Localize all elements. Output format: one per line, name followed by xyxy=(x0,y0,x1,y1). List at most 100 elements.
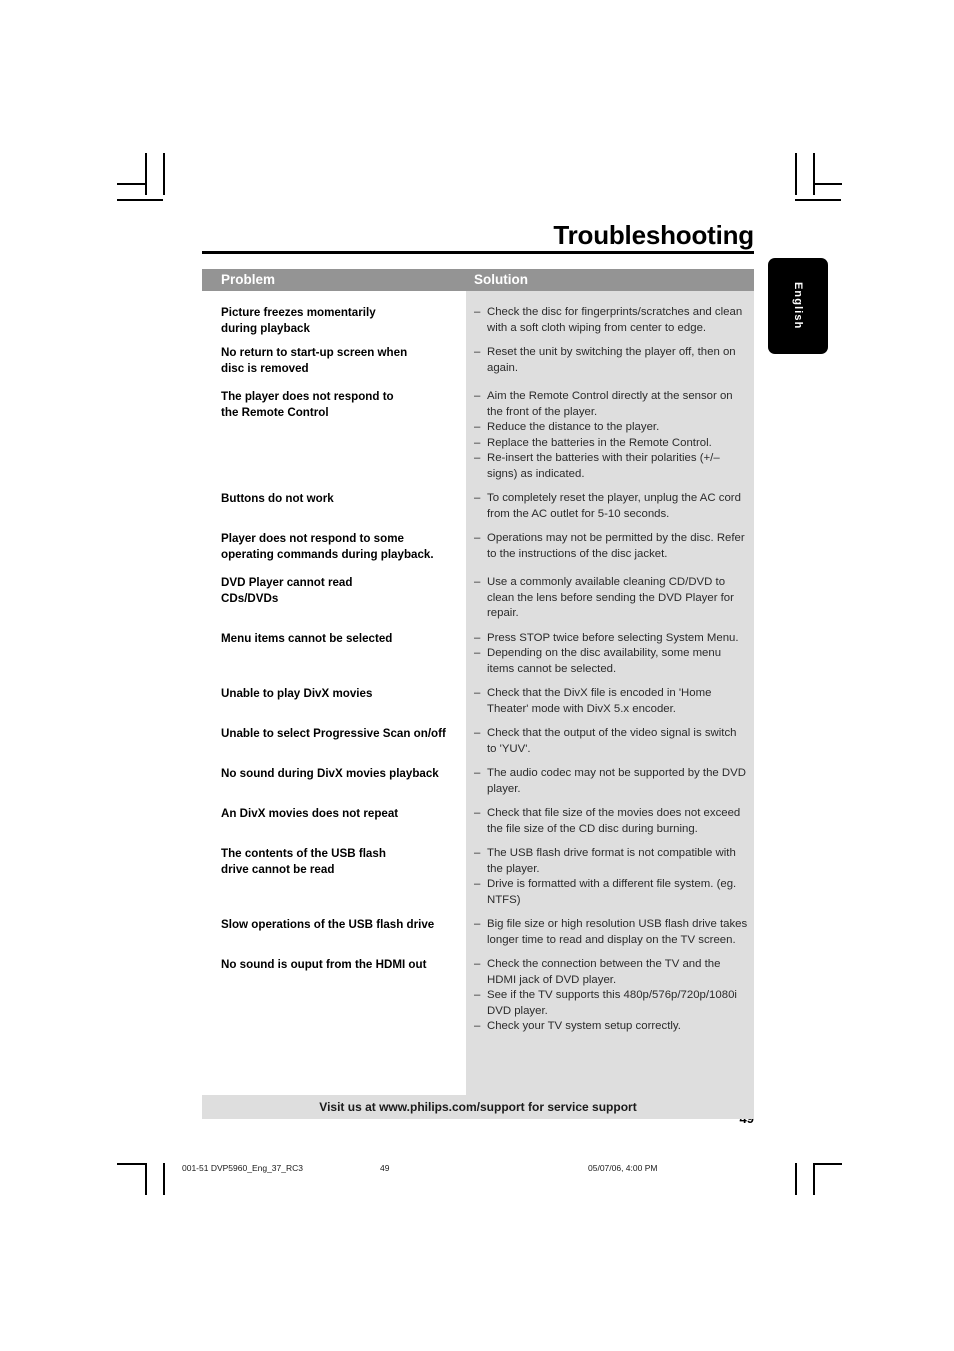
problem-line: DVD Player cannot read xyxy=(221,576,353,589)
solution-cell: – Use a commonly available cleaning CD/DV… xyxy=(466,575,754,622)
problem-line: Buttons do not work xyxy=(221,492,334,505)
problem-line: No return to start-up screen when xyxy=(221,346,408,359)
title-rule xyxy=(202,251,754,254)
crop-mark-top-left xyxy=(117,199,163,201)
table-row: Unable to play DivX movies – Check that th… xyxy=(202,686,754,717)
prepress-timestamp: 05/07/06, 4:00 PM xyxy=(588,1163,658,1173)
bullet-dash-icon: – xyxy=(474,687,481,699)
problem-cell: The contents of the USB flash drive canno… xyxy=(202,846,466,908)
solution-text: The audio codec may not be supported by … xyxy=(487,767,746,795)
solution-cell: – Check that file size of the movies does… xyxy=(466,806,754,837)
table-row: An DivX movies does not repeat – Check tha… xyxy=(202,806,754,837)
table-row: Menu items cannot be selected – Press STOP… xyxy=(202,631,754,678)
problem-line: CDs/DVDs xyxy=(221,591,279,605)
crop-mark-top-right xyxy=(795,153,797,195)
bullet-dash-icon: – xyxy=(474,576,481,588)
problem-line: An DivX movies does not repeat xyxy=(221,807,399,820)
table-row: No sound during DivX movies playback – The… xyxy=(202,766,754,797)
table-row: No return to start-up screen when disc is… xyxy=(202,345,754,376)
problem-line: during playback xyxy=(221,321,310,335)
problem-line: No sound is ouput from the HDMI out xyxy=(221,958,427,971)
solution-item: – Operations may not be permitted by the … xyxy=(474,531,748,562)
table-row: Slow operations of the USB flash drive – B… xyxy=(202,917,754,948)
solution-item: – Aim the Remote Control directly at the … xyxy=(474,389,748,420)
solution-item: – The USB flash drive format is not compa… xyxy=(474,846,748,877)
bullet-dash-icon: – xyxy=(474,989,481,1001)
solution-text: Check that the output of the video signa… xyxy=(487,727,737,755)
solution-text: Press STOP twice before selecting System… xyxy=(487,631,739,644)
solution-text: Big file size or high resolution USB fla… xyxy=(487,918,748,946)
table-row: The player does not respond to the Remote… xyxy=(202,389,754,482)
problem-line: Unable to select Progressive Scan on/off xyxy=(221,727,446,740)
solution-text: To completely reset the player, unplug t… xyxy=(487,492,741,520)
bullet-dash-icon: – xyxy=(474,847,481,859)
solution-cell: – Big file size or high resolution USB fl… xyxy=(466,917,754,948)
solution-text: Re-insert the batteries with their polar… xyxy=(487,452,720,480)
bullet-dash-icon: – xyxy=(474,727,481,739)
solution-item: – To completely reset the player, unplug … xyxy=(474,491,748,522)
solution-item: – Depending on the disc availability, som… xyxy=(474,646,748,677)
problem-line: Slow operations of the USB flash drive xyxy=(221,918,435,931)
problem-cell: Slow operations of the USB flash drive xyxy=(202,917,466,948)
solution-text: The USB flash drive format is not compat… xyxy=(487,847,736,875)
problem-line: The player does not respond to xyxy=(221,390,394,403)
solution-cell: – The USB flash drive format is not compa… xyxy=(466,846,754,908)
solution-cell: – Check the connection between the TV and… xyxy=(466,957,754,1035)
problem-line: The contents of the USB flash xyxy=(221,847,386,860)
solution-item: – Check your TV system setup correctly. xyxy=(474,1019,748,1035)
solution-item: – Drive is formatted with a different fil… xyxy=(474,877,748,908)
solution-item: – See if the TV supports this 480p/576p/7… xyxy=(474,988,748,1019)
table-footer-note: Visit us at www.philips.com/support for … xyxy=(202,1094,754,1119)
crop-mark-top-left xyxy=(163,153,165,195)
problem-cell: DVD Player cannot read CDs/DVDs xyxy=(202,575,466,622)
crop-mark-top-left xyxy=(145,153,147,195)
solution-item: – Use a commonly available cleaning CD/DV… xyxy=(474,575,748,622)
solution-item: – Check that the output of the video sign… xyxy=(474,726,748,757)
bullet-dash-icon: – xyxy=(474,436,481,449)
solution-cell: – Check that the DivX file is encoded in … xyxy=(466,686,754,717)
bullet-dash-icon: – xyxy=(474,807,481,819)
solution-item: – Re-insert the batteries with their pola… xyxy=(474,451,748,482)
solution-text: Check that file size of the movies does … xyxy=(487,807,741,835)
table-row: DVD Player cannot read CDs/DVDs – Use a com… xyxy=(202,575,754,622)
prepress-filename: 001-51 DVP5960_Eng_37_RC3 xyxy=(182,1163,303,1173)
solution-text: Reset the unit by switching the player o… xyxy=(487,346,736,374)
bullet-dash-icon: – xyxy=(474,958,481,970)
crop-mark-bottom-left xyxy=(145,1163,147,1195)
solution-text: Use a commonly available cleaning CD/DVD… xyxy=(487,576,734,619)
crop-mark-bottom-right xyxy=(795,1163,797,1195)
solution-item: – Replace the batteries in the Remote Con… xyxy=(474,436,748,452)
solution-item: – Press STOP twice before selecting Syste… xyxy=(474,631,748,647)
problem-line: operating commands during playback. xyxy=(221,547,434,561)
solution-cell: – Reset the unit by switching the player … xyxy=(466,345,754,376)
solution-text: Reduce the distance to the player. xyxy=(487,421,660,433)
crop-mark-top-right xyxy=(813,153,815,195)
table-row: No sound is ouput from the HDMI out – Chec… xyxy=(202,957,754,1035)
problem-cell: Unable to select Progressive Scan on/off xyxy=(202,726,466,757)
solution-item: – Check the connection between the TV and… xyxy=(474,957,748,988)
crop-mark-bottom-left xyxy=(117,1163,146,1165)
solution-text: Drive is formatted with a different file… xyxy=(487,878,737,906)
bullet-dash-icon: – xyxy=(474,306,481,318)
problem-line: drive cannot be read xyxy=(221,862,335,876)
problem-cell: An DivX movies does not repeat xyxy=(202,806,466,837)
solution-item: – Check that file size of the movies does… xyxy=(474,806,748,837)
problem-cell: No return to start-up screen when disc is… xyxy=(202,345,466,376)
prepress-page-number: 49 xyxy=(380,1163,390,1173)
bullet-dash-icon: – xyxy=(474,346,481,358)
table-row: Player does not respond to some operating… xyxy=(202,531,754,562)
problem-cell: The player does not respond to the Remote… xyxy=(202,389,466,482)
column-header-solution: Solution xyxy=(474,272,528,287)
problem-line: No sound during DivX movies playback xyxy=(221,767,439,780)
solution-text: Depending on the disc availability, some… xyxy=(487,647,722,675)
solution-text: Check that the DivX file is encoded in '… xyxy=(487,687,712,715)
solution-cell: – Check that the output of the video sign… xyxy=(466,726,754,757)
bullet-dash-icon: – xyxy=(474,452,481,464)
problem-line: Unable to play DivX movies xyxy=(221,687,373,700)
bullet-dash-icon: – xyxy=(474,421,481,433)
solution-text: Check your TV system setup correctly. xyxy=(487,1020,681,1032)
solution-cell: – Check the disc for fingerprints/scratch… xyxy=(466,305,754,336)
bullet-dash-icon: – xyxy=(474,631,481,644)
solution-text: Aim the Remote Control directly at the s… xyxy=(487,390,733,418)
solution-cell: – Press STOP twice before selecting Syste… xyxy=(466,631,754,678)
